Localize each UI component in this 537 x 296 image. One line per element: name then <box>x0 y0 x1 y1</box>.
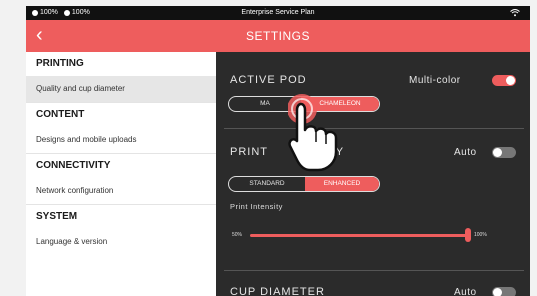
sidebar-item-designs[interactable]: Designs and mobile uploads <box>26 127 216 154</box>
cup-diameter-title: CUP DIAMETER <box>230 286 325 296</box>
print-intensity-label: Print Intensity <box>230 202 283 211</box>
intensity-max-label: 100% <box>474 232 487 238</box>
sidebar-heading-content: CONTENT <box>36 109 85 120</box>
print-quality-selector: STANDARD ENHANCED <box>228 176 380 192</box>
print-quality-auto-toggle[interactable] <box>492 147 516 158</box>
quality-option-enhanced[interactable]: ENHANCED <box>305 177 379 191</box>
sidebar-heading-connectivity: CONNECTIVITY <box>36 160 111 171</box>
app-bar: ‹ SETTINGS <box>26 20 530 52</box>
plan-title: Enterprise Service Plan <box>241 9 315 16</box>
print-quality-title-left: PRINT <box>230 146 268 158</box>
toggle-knob <box>493 148 502 157</box>
settings-sidebar: PRINTING Quality and cup diameter CONTEN… <box>26 52 216 296</box>
multicolor-label: Multi-color <box>409 75 461 86</box>
wifi-icon <box>510 9 520 17</box>
toggle-knob <box>506 76 515 85</box>
sidebar-heading-system: SYSTEM <box>36 211 78 222</box>
page-title: SETTINGS <box>245 29 310 43</box>
sidebar-item-language[interactable]: Language & version <box>26 229 216 255</box>
active-pod-title: ACTIVE POD <box>230 74 307 86</box>
status-bar: 100% 100% Enterprise Service Plan <box>26 6 530 20</box>
divider <box>224 128 524 129</box>
hand-pointer-icon <box>288 94 338 172</box>
intensity-min-label: 50% <box>232 232 243 238</box>
sidebar-heading-printing: PRINTING <box>36 58 84 69</box>
intensity-slider-handle[interactable] <box>465 228 471 242</box>
device-screen: 100% 100% Enterprise Service Plan ‹ SETT… <box>26 6 530 296</box>
toggle-knob <box>493 288 502 296</box>
quality-option-standard[interactable]: STANDARD <box>229 177 305 191</box>
settings-panel: ACTIVE POD Multi-color MA CHAMELEON PRIN… <box>216 52 530 296</box>
sidebar-item-quality[interactable]: Quality and cup diameter <box>26 76 216 103</box>
print-quality-auto-label: Auto <box>454 147 477 158</box>
cup-diameter-auto-label: Auto <box>454 287 477 296</box>
cup-diameter-auto-toggle[interactable] <box>492 287 516 296</box>
intensity-slider-track[interactable] <box>250 234 468 237</box>
multicolor-toggle[interactable] <box>492 75 516 86</box>
divider <box>224 270 524 271</box>
sidebar-item-network[interactable]: Network configuration <box>26 178 216 205</box>
